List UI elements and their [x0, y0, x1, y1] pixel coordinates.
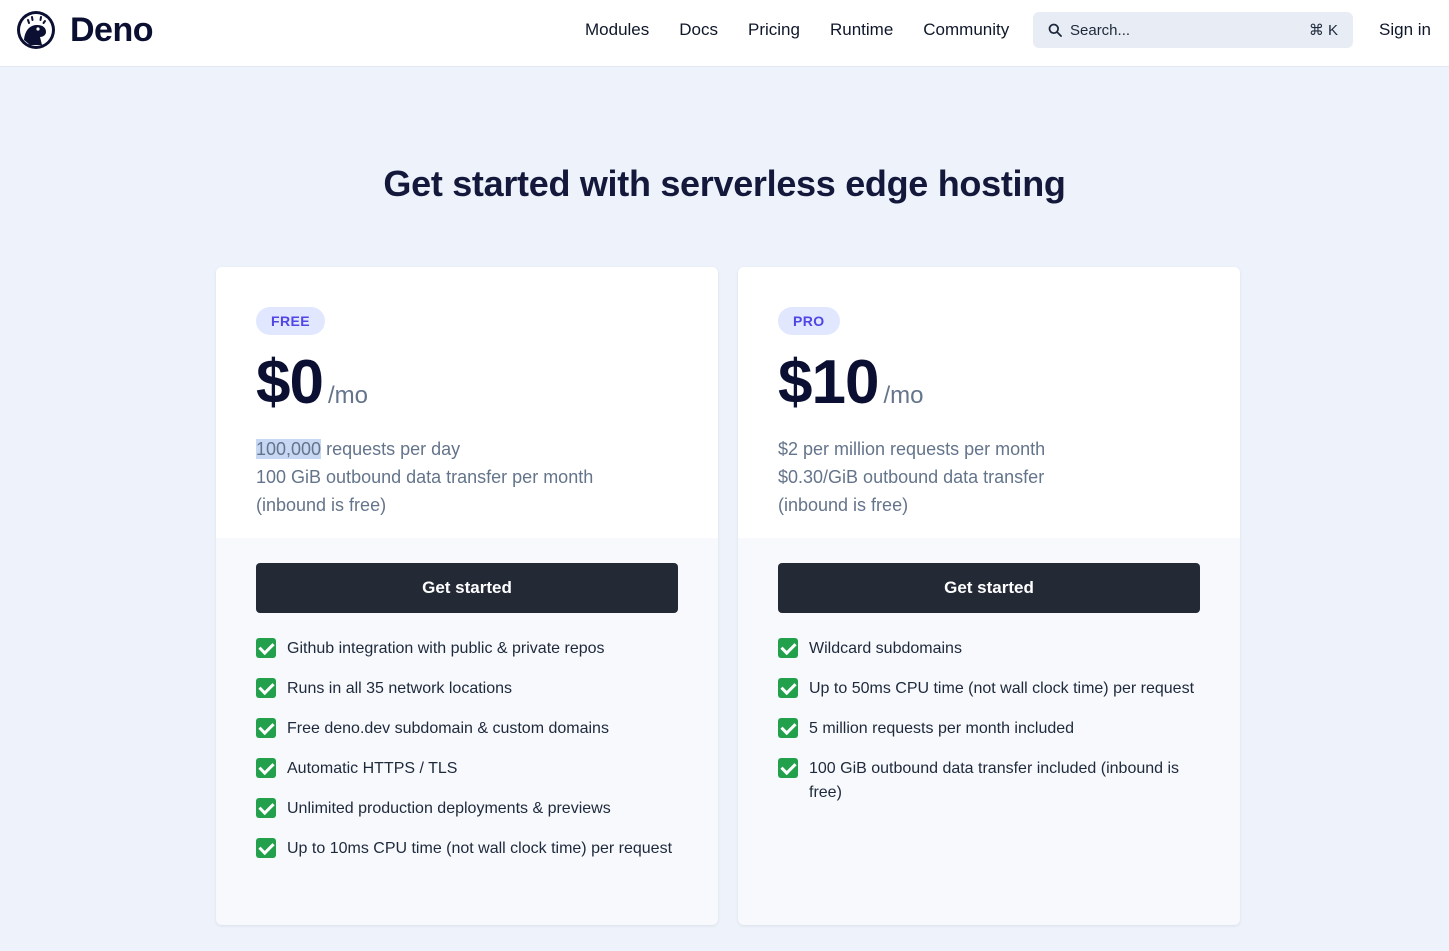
check-mark-icon	[256, 798, 276, 818]
plan-badge: FREE	[256, 307, 325, 335]
check-mark-icon	[256, 678, 276, 698]
nav-docs[interactable]: Docs	[679, 20, 718, 40]
search-input[interactable]: Search... ⌘ K	[1033, 12, 1353, 48]
plan-description-line: (inbound is free)	[778, 495, 909, 515]
plan-description-line: 100 GiB outbound data transfer per month	[256, 467, 594, 487]
feature-text: Github integration with public & private…	[287, 640, 605, 657]
search-placeholder: Search...	[1070, 21, 1131, 39]
plan-description-line: $2 per million requests per month	[778, 439, 1046, 459]
get-started-button[interactable]: Get started	[778, 563, 1200, 613]
feature-text: Free deno.dev subdomain & custom domains	[287, 720, 609, 737]
feature-item: Up to 50ms CPU time (not wall clock time…	[778, 677, 1200, 701]
pricing-card-pro: PRO $10 /mo $2 per million requests per …	[738, 267, 1240, 925]
plan-description-line: 100,000 requests per day	[256, 435, 678, 463]
plan-badge: PRO	[778, 307, 840, 335]
feature-text: Runs in all 35 network locations	[287, 680, 513, 697]
plan-price: $10	[778, 348, 879, 417]
feature-list: Github integration with public & private…	[256, 637, 678, 861]
feature-text: Unlimited production deployments & previ…	[287, 800, 611, 817]
brand-logo-link[interactable]: Deno	[16, 10, 154, 50]
feature-item: 5 million requests per month included	[778, 717, 1200, 741]
plan-details: Get started Github integration with publ…	[216, 538, 718, 861]
sign-in-link[interactable]: Sign in	[1379, 20, 1431, 40]
feature-text: Automatic HTTPS / TLS	[287, 760, 458, 777]
plan-price: $0	[256, 348, 324, 417]
feature-item: Runs in all 35 network locations	[256, 677, 678, 701]
check-mark-icon	[778, 758, 798, 778]
search-shortcut-hint: ⌘ K	[1308, 22, 1338, 39]
plan-details: Get started Wildcard subdomains Up to 50…	[738, 538, 1240, 805]
feature-text: Up to 10ms CPU time (not wall clock time…	[287, 840, 673, 857]
check-mark-icon	[778, 718, 798, 738]
nav-pricing[interactable]: Pricing	[748, 20, 800, 40]
selected-text-highlight: 100,000	[256, 439, 322, 459]
feature-text: Wildcard subdomains	[809, 640, 962, 657]
pricing-card-free: FREE $0 /mo 100,000 requests per day 100…	[216, 267, 718, 925]
check-mark-icon	[778, 678, 798, 698]
price-period: /mo	[327, 382, 368, 409]
feature-text: 5 million requests per month included	[809, 720, 1075, 737]
feature-item: Github integration with public & private…	[256, 637, 678, 661]
page-title: Get started with serverless edge hosting	[383, 163, 1066, 204]
feature-item: Automatic HTTPS / TLS	[256, 757, 678, 781]
feature-item: Up to 10ms CPU time (not wall clock time…	[256, 837, 678, 861]
plan-description-text: requests per day	[321, 439, 461, 459]
feature-text: 100 GiB outbound data transfer included …	[809, 760, 1180, 801]
nav-runtime[interactable]: Runtime	[830, 20, 893, 40]
feature-list: Wildcard subdomains Up to 50ms CPU time …	[778, 637, 1200, 805]
feature-item: 100 GiB outbound data transfer included …	[778, 757, 1200, 805]
brand-name: Deno	[70, 11, 154, 49]
deno-dinosaur-logo-icon	[17, 11, 55, 49]
nav-modules[interactable]: Modules	[585, 20, 649, 40]
plan-summary: PRO $10 /mo $2 per million requests per …	[738, 267, 1240, 538]
check-mark-icon	[256, 638, 276, 658]
plan-description-line: $0.30/GiB outbound data transfer	[778, 467, 1045, 487]
price-row: $10 /mo	[778, 349, 1200, 417]
plan-description-line: (inbound is free)	[256, 495, 387, 515]
search-icon	[1048, 23, 1062, 37]
nav-community[interactable]: Community	[923, 20, 1009, 40]
main-nav: Modules Docs Pricing Runtime Community	[570, 0, 1024, 60]
plan-description: 100,000 requests per day 100 GiB outboun…	[256, 435, 678, 519]
price-row: $0 /mo	[256, 349, 678, 417]
feature-text: Up to 50ms CPU time (not wall clock time…	[809, 680, 1195, 697]
feature-item: Free deno.dev subdomain & custom domains	[256, 717, 678, 741]
price-period: /mo	[883, 382, 924, 409]
plan-description: $2 per million requests per month $0.30/…	[778, 435, 1200, 519]
check-mark-icon	[256, 758, 276, 778]
check-mark-icon	[256, 838, 276, 858]
check-mark-icon	[778, 638, 798, 658]
feature-item: Unlimited production deployments & previ…	[256, 797, 678, 821]
feature-item: Wildcard subdomains	[778, 637, 1200, 661]
top-navigation-bar: Deno Modules Docs Pricing Runtime Commun…	[0, 0, 1449, 67]
get-started-button[interactable]: Get started	[256, 563, 678, 613]
plan-summary: FREE $0 /mo 100,000 requests per day 100…	[216, 267, 718, 538]
check-mark-icon	[256, 718, 276, 738]
